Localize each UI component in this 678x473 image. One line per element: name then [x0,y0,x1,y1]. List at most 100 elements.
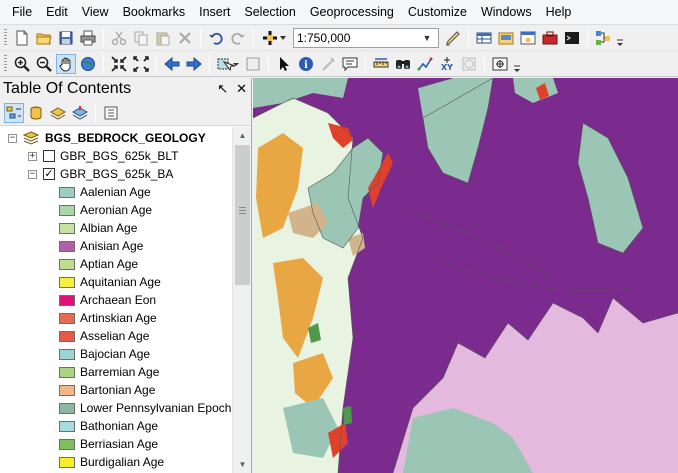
table-icon[interactable] [474,28,494,48]
legend-swatch[interactable] [59,456,75,468]
legend-item[interactable]: Bathonian Age [59,417,158,435]
html-popup-icon[interactable] [340,54,360,74]
legend-swatch[interactable] [59,312,75,324]
list-by-visibility-icon[interactable] [48,103,68,123]
menu-file[interactable]: File [0,0,39,24]
fixed-zoom-in-icon[interactable] [109,54,129,74]
list-by-drawing-order-icon[interactable] [4,102,24,123]
legend-swatch[interactable] [59,222,75,234]
fixed-zoom-out-icon[interactable] [131,54,151,74]
arctoolbox-icon[interactable] [540,28,560,48]
scrollbar-thumb[interactable] [235,145,250,285]
print-icon[interactable] [78,28,98,48]
legend-item[interactable]: Artinskian Age [59,309,157,327]
add-data-icon[interactable] [259,28,289,48]
menu-selection[interactable]: Selection [237,0,302,24]
toolbar-options-icon[interactable] [616,29,624,47]
menu-customize[interactable]: Customize [401,0,474,24]
map-view[interactable] [253,78,678,473]
legend-swatch[interactable] [59,276,75,288]
find-route-icon[interactable] [415,54,435,74]
menu-view[interactable]: View [75,0,116,24]
paste-icon[interactable] [153,28,173,48]
legend-swatch[interactable] [59,348,75,360]
legend-swatch[interactable] [59,240,75,252]
layer-row[interactable]: + GBR_BGS_625k_BLT [28,147,179,165]
viewer-window-icon[interactable] [490,54,510,74]
collapse-toggle[interactable]: − [28,169,37,179]
toc-vertical-scrollbar[interactable]: ▲ ▼ [232,127,251,473]
menu-edit[interactable]: Edit [39,0,75,24]
map-scale-input[interactable] [294,29,418,46]
legend-item[interactable]: Archaean Eon [59,291,156,309]
legend-item[interactable]: Bajocian Age [59,345,150,363]
collapse-toggle[interactable]: − [8,133,17,143]
layer-visibility-checkbox[interactable] [43,150,55,162]
identify-icon[interactable]: i [296,54,316,74]
find-icon[interactable] [393,54,413,74]
map-scale-combobox[interactable]: ▼ [293,27,439,48]
list-by-selection-icon[interactable] [70,103,90,123]
legend-swatch[interactable] [59,186,75,198]
geology-map[interactable] [253,78,678,473]
go-to-xy-icon[interactable]: XY [437,54,457,74]
legend-item[interactable]: Aeronian Age [59,201,152,219]
undo-icon[interactable] [206,28,226,48]
hyperlink-icon[interactable] [318,54,338,74]
toolbar-grip[interactable] [4,28,7,47]
legend-swatch[interactable] [59,330,75,342]
delete-icon[interactable] [175,28,195,48]
scroll-down-icon[interactable]: ▼ [233,456,252,473]
legend-swatch[interactable] [59,402,75,414]
layer-visibility-checkbox[interactable]: ✓ [43,168,55,180]
back-extent-icon[interactable] [162,54,182,74]
layer-group-row[interactable]: − BGS_BEDROCK_GEOLOGY [8,129,206,147]
legend-item[interactable]: Barremian Age [59,363,159,381]
editor-icon[interactable] [443,28,463,48]
legend-item[interactable]: Lower Pennsylvanian Epoch [59,399,231,417]
catalog-icon[interactable] [496,28,516,48]
legend-swatch[interactable] [59,366,75,378]
chevron-down-icon[interactable]: ▼ [418,33,436,43]
select-features-icon[interactable] [215,54,241,74]
list-by-source-icon[interactable] [26,103,46,123]
new-document-icon[interactable] [12,28,32,48]
pan-icon[interactable] [56,53,76,74]
scroll-up-icon[interactable]: ▲ [233,127,252,144]
legend-item[interactable]: Aalenian Age [59,183,151,201]
legend-item[interactable]: Aquitanian Age [59,273,161,291]
select-elements-icon[interactable] [274,54,294,74]
menu-help[interactable]: Help [539,0,579,24]
full-extent-icon[interactable] [78,54,98,74]
zoom-in-icon[interactable] [12,54,32,74]
legend-swatch[interactable] [59,258,75,270]
python-icon[interactable] [562,28,582,48]
legend-item[interactable]: Burdigalian Age [59,453,164,471]
legend-item[interactable]: Berriasian Age [59,435,158,453]
expand-toggle[interactable]: + [28,151,37,161]
model-builder-icon[interactable] [593,28,613,48]
time-slider-icon[interactable] [459,54,479,74]
forward-extent-icon[interactable] [184,54,204,74]
menu-windows[interactable]: Windows [474,0,539,24]
legend-swatch[interactable] [59,420,75,432]
open-folder-icon[interactable] [34,28,54,48]
redo-icon[interactable] [228,28,248,48]
cut-icon[interactable] [109,28,129,48]
close-icon[interactable]: ✕ [236,81,247,97]
legend-item[interactable]: Asselian Age [59,327,149,345]
zoom-out-icon[interactable] [34,54,54,74]
legend-swatch[interactable] [59,384,75,396]
layer-row[interactable]: − ✓ GBR_BGS_625k_BA [28,165,173,183]
pin-icon[interactable]: ↖ [217,81,228,97]
legend-item[interactable]: Aptian Age [59,255,138,273]
clear-selection-icon[interactable] [243,54,263,74]
legend-swatch[interactable] [59,204,75,216]
options-icon[interactable] [101,103,121,123]
legend-swatch[interactable] [59,438,75,450]
toolbar-grip[interactable] [4,54,7,73]
toolbar-options-icon[interactable] [513,55,521,73]
menu-geoprocessing[interactable]: Geoprocessing [303,0,401,24]
legend-item[interactable]: Albian Age [59,219,137,237]
legend-swatch[interactable] [59,294,75,306]
